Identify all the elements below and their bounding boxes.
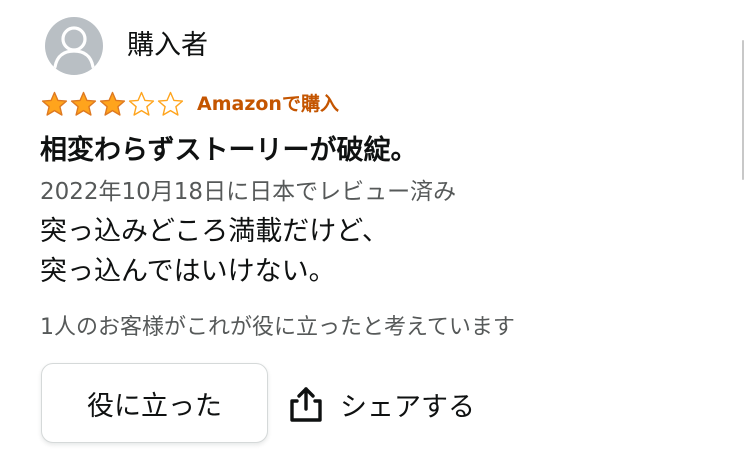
star-filled-icon: [41, 91, 68, 116]
reviewer-name[interactable]: 購入者: [127, 26, 208, 66]
share-icon: [290, 387, 322, 422]
review-body-line: 突っ込んではいけない。: [40, 256, 336, 287]
star-filled-icon: [99, 91, 126, 116]
default-user-avatar-icon: [53, 26, 95, 69]
rating-row: Amazonで購入: [40, 88, 339, 120]
helpful-count-text: 1人のお客様がこれが役に立ったと考えています: [40, 315, 515, 340]
review-body-line: 突っ込みどころ満載だけど、: [40, 216, 389, 247]
helpful-button[interactable]: 役に立った: [41, 363, 268, 443]
review-body: 突っ込みどころ満載だけど、 突っ込んではいけない。: [40, 212, 389, 292]
star-rating[interactable]: [40, 90, 185, 119]
review-card: 購入者 Amazonで購入 相変わらずストーリーが破綻。 2022年10月18日…: [0, 0, 750, 455]
star-filled-icon: [70, 91, 97, 116]
review-title: 相変わらずストーリーが破綻。: [40, 135, 418, 166]
share-label: シェアする: [340, 391, 475, 423]
star-empty-icon: [128, 91, 155, 116]
star-empty-icon: [157, 91, 184, 116]
scrollbar[interactable]: [742, 40, 744, 180]
verified-purchase-badge: Amazonで購入: [197, 93, 339, 115]
avatar[interactable]: [45, 17, 103, 75]
review-date: 2022年10月18日に日本でレビュー済み: [40, 179, 457, 205]
share-button[interactable]: シェアする: [286, 372, 475, 436]
